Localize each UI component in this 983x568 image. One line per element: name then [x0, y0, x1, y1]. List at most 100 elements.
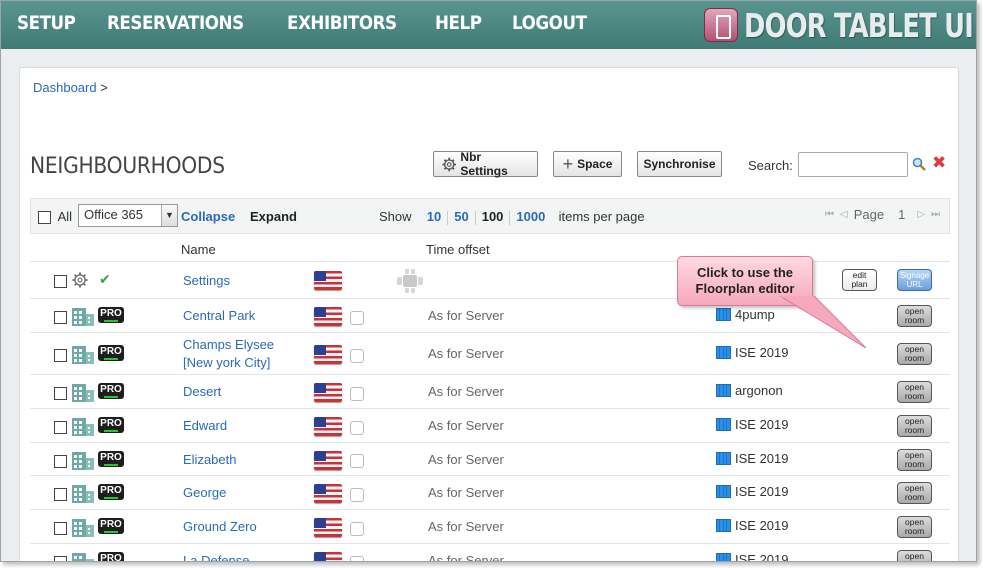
room-link[interactable]: ISE 2019 — [716, 451, 789, 466]
clear-search-icon[interactable]: ✖ — [932, 154, 946, 171]
select-all-checkbox[interactable] — [38, 211, 51, 225]
page-size-100[interactable]: 100 — [482, 209, 504, 224]
search-icon[interactable] — [912, 157, 926, 171]
select-all-label: All — [57, 209, 73, 224]
row-checkbox[interactable] — [54, 421, 67, 435]
synchronise-button[interactable]: Synchronise — [637, 151, 722, 177]
neighbourhood-name-line[interactable]: George — [183, 484, 226, 502]
row-option-checkbox[interactable] — [350, 310, 364, 325]
neighbourhood-name-line[interactable]: La Defense — [183, 552, 250, 561]
room-link[interactable]: 4pump — [716, 307, 775, 322]
us-flag-icon[interactable] — [314, 518, 342, 537]
gear-icon[interactable] — [72, 272, 88, 288]
select-all[interactable]: All — [38, 209, 73, 225]
page-size-50[interactable]: 50 — [454, 209, 468, 224]
screen-icon — [716, 451, 731, 465]
nav-exhibitors[interactable]: EXHIBITORS — [287, 12, 397, 34]
neighbourhood-name-line[interactable]: Champs Elysee — [183, 336, 274, 354]
open-room-button[interactable]: open room — [897, 381, 932, 403]
add-space-button[interactable]: + Space — [553, 151, 622, 177]
first-page-icon[interactable]: ⏮ — [825, 209, 834, 220]
row-option-checkbox[interactable] — [350, 521, 364, 536]
nav-logout[interactable]: LOGOUT — [512, 12, 587, 34]
calendar-type-select[interactable]: Office 365 ▼ — [78, 204, 178, 227]
us-flag-icon[interactable] — [314, 450, 342, 470]
row-checkbox[interactable] — [54, 488, 67, 502]
row-checkbox[interactable] — [54, 387, 67, 401]
collapse-link[interactable]: Collapse — [181, 209, 235, 224]
signage-url-button[interactable]: Signage URL — [897, 269, 932, 291]
neighbourhood-name-link[interactable]: Desert — [183, 383, 221, 401]
nav-reservations[interactable]: RESERVATIONS — [107, 12, 244, 34]
neighbourhood-name-link[interactable]: La Defense — [183, 552, 250, 561]
neighbourhood-name-line[interactable]: [New york City] — [183, 354, 274, 372]
room-link[interactable]: argonon — [716, 383, 783, 398]
room-link[interactable]: ISE 2019 — [716, 518, 789, 533]
neighbourhood-name-link[interactable]: Edward — [183, 417, 227, 435]
neighbourhood-name-line[interactable]: Ground Zero — [183, 518, 257, 536]
neighbourhood-name-line[interactable]: Central Park — [183, 307, 255, 325]
room-link[interactable]: ISE 2019 — [716, 345, 789, 360]
us-flag-icon[interactable] — [314, 271, 342, 290]
row-checkbox[interactable] — [54, 454, 67, 468]
open-room-button[interactable]: open room — [897, 305, 932, 327]
open-room-button[interactable]: open room — [897, 550, 932, 561]
room-link[interactable]: ISE 2019 — [716, 552, 789, 561]
settings-link[interactable]: Settings — [183, 272, 230, 290]
edit-plan-label-2: plan — [851, 279, 868, 289]
page-size-1000[interactable]: 1000 — [516, 209, 545, 224]
app-window: SETUP RESERVATIONS EXHIBITORS HELP LOGOU… — [0, 0, 977, 562]
neighbourhood-name-line[interactable]: Elizabeth — [183, 451, 236, 469]
prev-page-icon[interactable]: ◁ — [840, 209, 848, 220]
open-room-button[interactable]: open room — [897, 343, 932, 365]
open-room-button[interactable]: open room — [897, 516, 932, 538]
table-row: PRO George As for Server ISE 2019 open r… — [30, 475, 950, 509]
building-icon — [72, 308, 94, 326]
row-option-checkbox[interactable] — [350, 348, 364, 363]
column-header-name[interactable]: Name — [181, 242, 216, 257]
search-input[interactable] — [798, 152, 908, 177]
open-room-button[interactable]: open room — [897, 415, 932, 437]
neighbourhood-name-link[interactable]: Elizabeth — [183, 451, 236, 469]
us-flag-icon[interactable] — [314, 417, 342, 436]
meeting-table-icon — [397, 269, 423, 293]
open-room-button[interactable]: open room — [897, 482, 932, 504]
last-page-icon[interactable]: ⏭ — [931, 209, 940, 220]
nbr-settings-button[interactable]: Nbr Settings — [433, 150, 538, 178]
us-flag-icon[interactable] — [314, 484, 342, 503]
row-option-checkbox[interactable] — [350, 386, 364, 401]
row-option-checkbox[interactable] — [350, 487, 364, 502]
row-checkbox[interactable] — [54, 556, 67, 561]
next-page-icon[interactable]: ▷ — [917, 209, 925, 220]
row-checkbox[interactable] — [54, 311, 67, 325]
breadcrumb-dashboard-link[interactable]: Dashboard — [33, 80, 97, 95]
row-option-checkbox[interactable] — [350, 555, 364, 561]
row-checkbox[interactable] — [54, 349, 67, 363]
neighbourhood-name-link[interactable]: Central Park — [183, 307, 255, 325]
us-flag-icon[interactable] — [314, 307, 342, 326]
edit-plan-button[interactable]: edit plan — [842, 269, 877, 291]
open-room-label-2: room — [904, 458, 925, 469]
row-option-checkbox[interactable] — [350, 454, 364, 469]
row-checkbox[interactable] — [54, 275, 67, 289]
us-flag-icon[interactable] — [314, 345, 342, 364]
nav-setup[interactable]: SETUP — [17, 12, 76, 34]
us-flag-icon[interactable] — [314, 383, 342, 402]
nav-help[interactable]: HELP — [435, 12, 482, 34]
expand-link[interactable]: Expand — [250, 209, 297, 224]
building-icon — [72, 451, 94, 470]
row-checkbox[interactable] — [54, 522, 67, 536]
neighbourhood-name-line[interactable]: Edward — [183, 417, 227, 435]
row-option-checkbox[interactable] — [350, 420, 364, 435]
neighbourhood-name-link[interactable]: Ground Zero — [183, 518, 257, 536]
neighbourhood-name-link[interactable]: George — [183, 484, 226, 502]
open-room-button[interactable]: open room — [897, 448, 932, 471]
pro-badge: PRO — [98, 518, 124, 534]
neighbourhood-name-link[interactable]: Champs Elysee [New york City] — [183, 336, 274, 372]
page-size-10[interactable]: 10 — [427, 209, 441, 224]
room-link[interactable]: ISE 2019 — [716, 484, 789, 499]
neighbourhood-name-line[interactable]: Desert — [183, 383, 221, 401]
divider — [447, 210, 449, 225]
us-flag-icon[interactable] — [314, 552, 342, 561]
room-link[interactable]: ISE 2019 — [716, 417, 789, 432]
